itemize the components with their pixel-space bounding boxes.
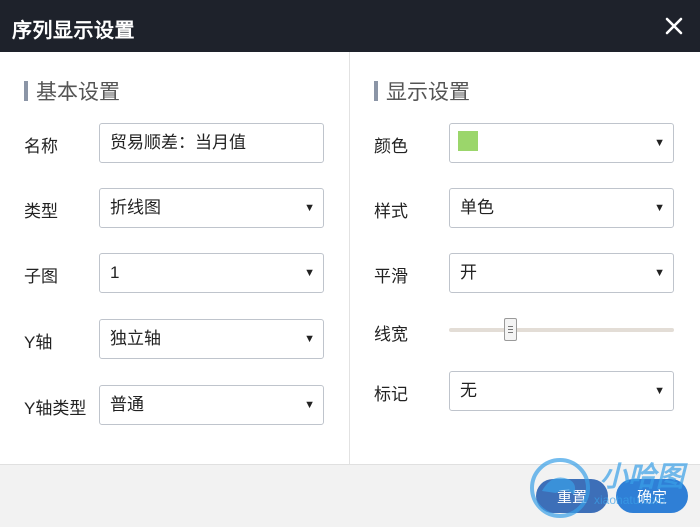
smooth-label: 平滑 [374,267,408,286]
subplot-select-value: 1 [110,263,120,282]
dialog-title: 序列显示设置 [12,20,135,42]
style-select-value: 单色 [460,198,494,217]
line-width-slider-track[interactable] [449,328,674,332]
smooth-row: 平滑 开 ▼ [350,253,700,293]
marker-label: 标记 [374,385,408,404]
y-axis-type-label: Y轴类型 [24,399,87,418]
chevron-down-icon: ▼ [654,137,665,149]
line-width-row: 线宽 [350,302,700,352]
name-input[interactable]: 贸易顺差：当月值 [99,123,324,163]
chevron-down-icon: ▼ [654,267,665,279]
type-select-value: 折线图 [110,198,161,217]
marker-row: 标记 无 ▼ [350,371,700,411]
marker-select[interactable]: 无 ▼ [449,371,674,411]
basic-settings-panel: 基本设置 名称 贸易顺差：当月值 类型 折线图 ▼ 子图 1 ▼ Y轴 独立轴 … [0,52,350,464]
reset-button[interactable]: 重置 [536,479,608,513]
basic-settings-heading-text: 基本设置 [36,81,120,104]
y-axis-type-select[interactable]: 普通 ▼ [99,385,324,425]
subplot-select[interactable]: 1 ▼ [99,253,324,293]
y-axis-select-value: 独立轴 [110,329,161,348]
style-row: 样式 单色 ▼ [350,188,700,228]
color-swatch [458,131,478,151]
heading-bar [374,81,378,101]
color-row: 颜色 ▼ [350,123,700,163]
grip-line [507,329,513,330]
smooth-select-value: 开 [460,263,477,282]
basic-settings-heading: 基本设置 [24,76,120,106]
style-label: 样式 [374,202,408,221]
type-label: 类型 [24,202,58,221]
close-icon [665,17,683,35]
name-row: 名称 贸易顺差：当月值 [0,123,350,163]
y-axis-label: Y轴 [24,333,53,352]
y-axis-row: Y轴 独立轴 ▼ [0,319,350,359]
marker-select-value: 无 [460,381,477,400]
heading-bar [24,81,28,101]
y-axis-type-row: Y轴类型 普通 ▼ [0,385,350,425]
y-axis-select[interactable]: 独立轴 ▼ [99,319,324,359]
y-axis-type-select-value: 普通 [110,395,144,414]
chevron-down-icon: ▼ [304,333,315,345]
display-settings-panel: 显示设置 颜色 ▼ 样式 单色 ▼ 平滑 开 ▼ 线宽 标记 无 ▼ [350,52,700,464]
name-label: 名称 [24,137,58,156]
close-button[interactable] [658,10,690,42]
chevron-down-icon: ▼ [304,267,315,279]
style-select[interactable]: 单色 ▼ [449,188,674,228]
grip-line [507,326,513,327]
display-settings-heading: 显示设置 [374,76,470,106]
color-label: 颜色 [374,137,408,156]
chevron-down-icon: ▼ [304,399,315,411]
chevron-down-icon: ▼ [304,202,315,214]
dialog-footer: 重置 确定 [0,464,700,527]
color-select[interactable]: ▼ [449,123,674,163]
subplot-row: 子图 1 ▼ [0,253,350,293]
grip-line [507,332,513,333]
line-width-slider-thumb[interactable] [503,318,517,341]
dialog-titlebar: 序列显示设置 [0,0,700,52]
type-row: 类型 折线图 ▼ [0,188,350,228]
display-settings-heading-text: 显示设置 [386,81,470,104]
smooth-select[interactable]: 开 ▼ [449,253,674,293]
chevron-down-icon: ▼ [654,385,665,397]
subplot-label: 子图 [24,267,58,286]
chevron-down-icon: ▼ [654,202,665,214]
type-select[interactable]: 折线图 ▼ [99,188,324,228]
ok-button[interactable]: 确定 [616,479,688,513]
line-width-label: 线宽 [374,325,408,344]
